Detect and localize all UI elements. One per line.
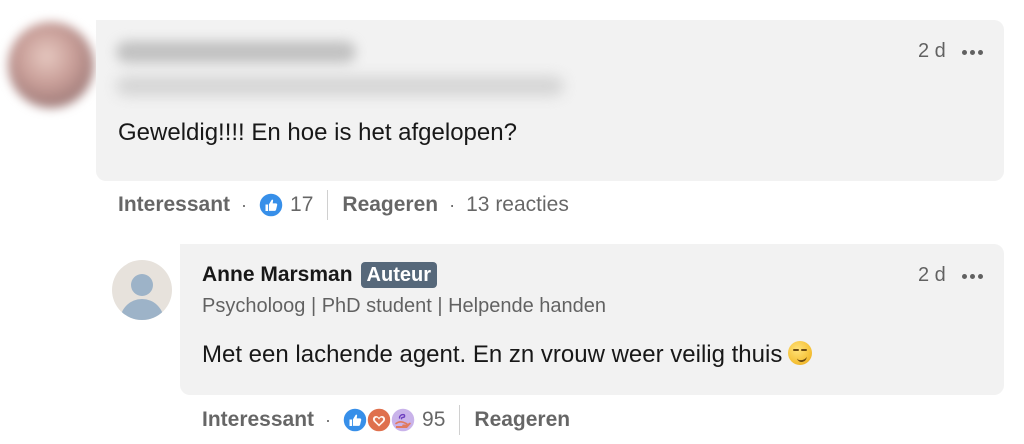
comment-timestamp: 2 d xyxy=(918,40,946,62)
like-button[interactable]: Interessant xyxy=(202,408,314,432)
like-icon xyxy=(258,192,284,218)
support-icon xyxy=(390,407,416,433)
more-options-icon[interactable] xyxy=(962,266,983,286)
like-icon xyxy=(342,407,368,433)
commenter-avatar[interactable] xyxy=(8,22,94,108)
divider xyxy=(459,405,461,435)
avatar-body xyxy=(120,299,164,320)
commenter-headline-blurred xyxy=(116,76,564,96)
author-name[interactable]: Anne Marsman xyxy=(202,263,353,287)
avatar-head xyxy=(131,274,153,296)
author-badge: Auteur xyxy=(360,262,437,288)
reaction-count[interactable]: 17 xyxy=(290,193,313,217)
commenter-name-blurred[interactable] xyxy=(116,41,356,63)
reply-button[interactable]: Reageren xyxy=(474,408,570,432)
replies-count-link[interactable]: 13 reacties xyxy=(466,193,569,217)
separator-dot: · xyxy=(449,194,456,215)
reply-author-line: Anne Marsman Auteur xyxy=(202,262,437,288)
divider xyxy=(327,190,329,220)
reply-actions: Interessant · 95 Reageren xyxy=(202,404,570,436)
reply-timestamp: 2 d xyxy=(918,264,946,286)
comment-actions: Interessant · 17 Reageren · 13 reacties xyxy=(118,189,569,221)
reactions-summary[interactable] xyxy=(258,192,284,218)
reaction-count[interactable]: 95 xyxy=(422,408,445,432)
like-button[interactable]: Interessant xyxy=(118,193,230,217)
more-options-icon[interactable] xyxy=(962,42,983,62)
reactions-summary[interactable] xyxy=(342,407,416,433)
author-headline: Psycholoog | PhD student | Helpende hand… xyxy=(202,295,607,317)
comment-text: Geweldig!!!! En hoe is het afgelopen? xyxy=(118,119,517,146)
separator-dot: · xyxy=(325,409,332,430)
smirk-emoji-icon xyxy=(788,341,813,365)
reply-button[interactable]: Reageren xyxy=(342,193,438,217)
love-icon xyxy=(366,407,392,433)
separator-dot: · xyxy=(241,194,248,215)
avatar[interactable] xyxy=(112,260,172,320)
reply-text-line: Met een lachende agent. En zn vrouw weer… xyxy=(202,341,813,369)
reply-text: Met een lachende agent. En zn vrouw weer… xyxy=(202,341,783,368)
